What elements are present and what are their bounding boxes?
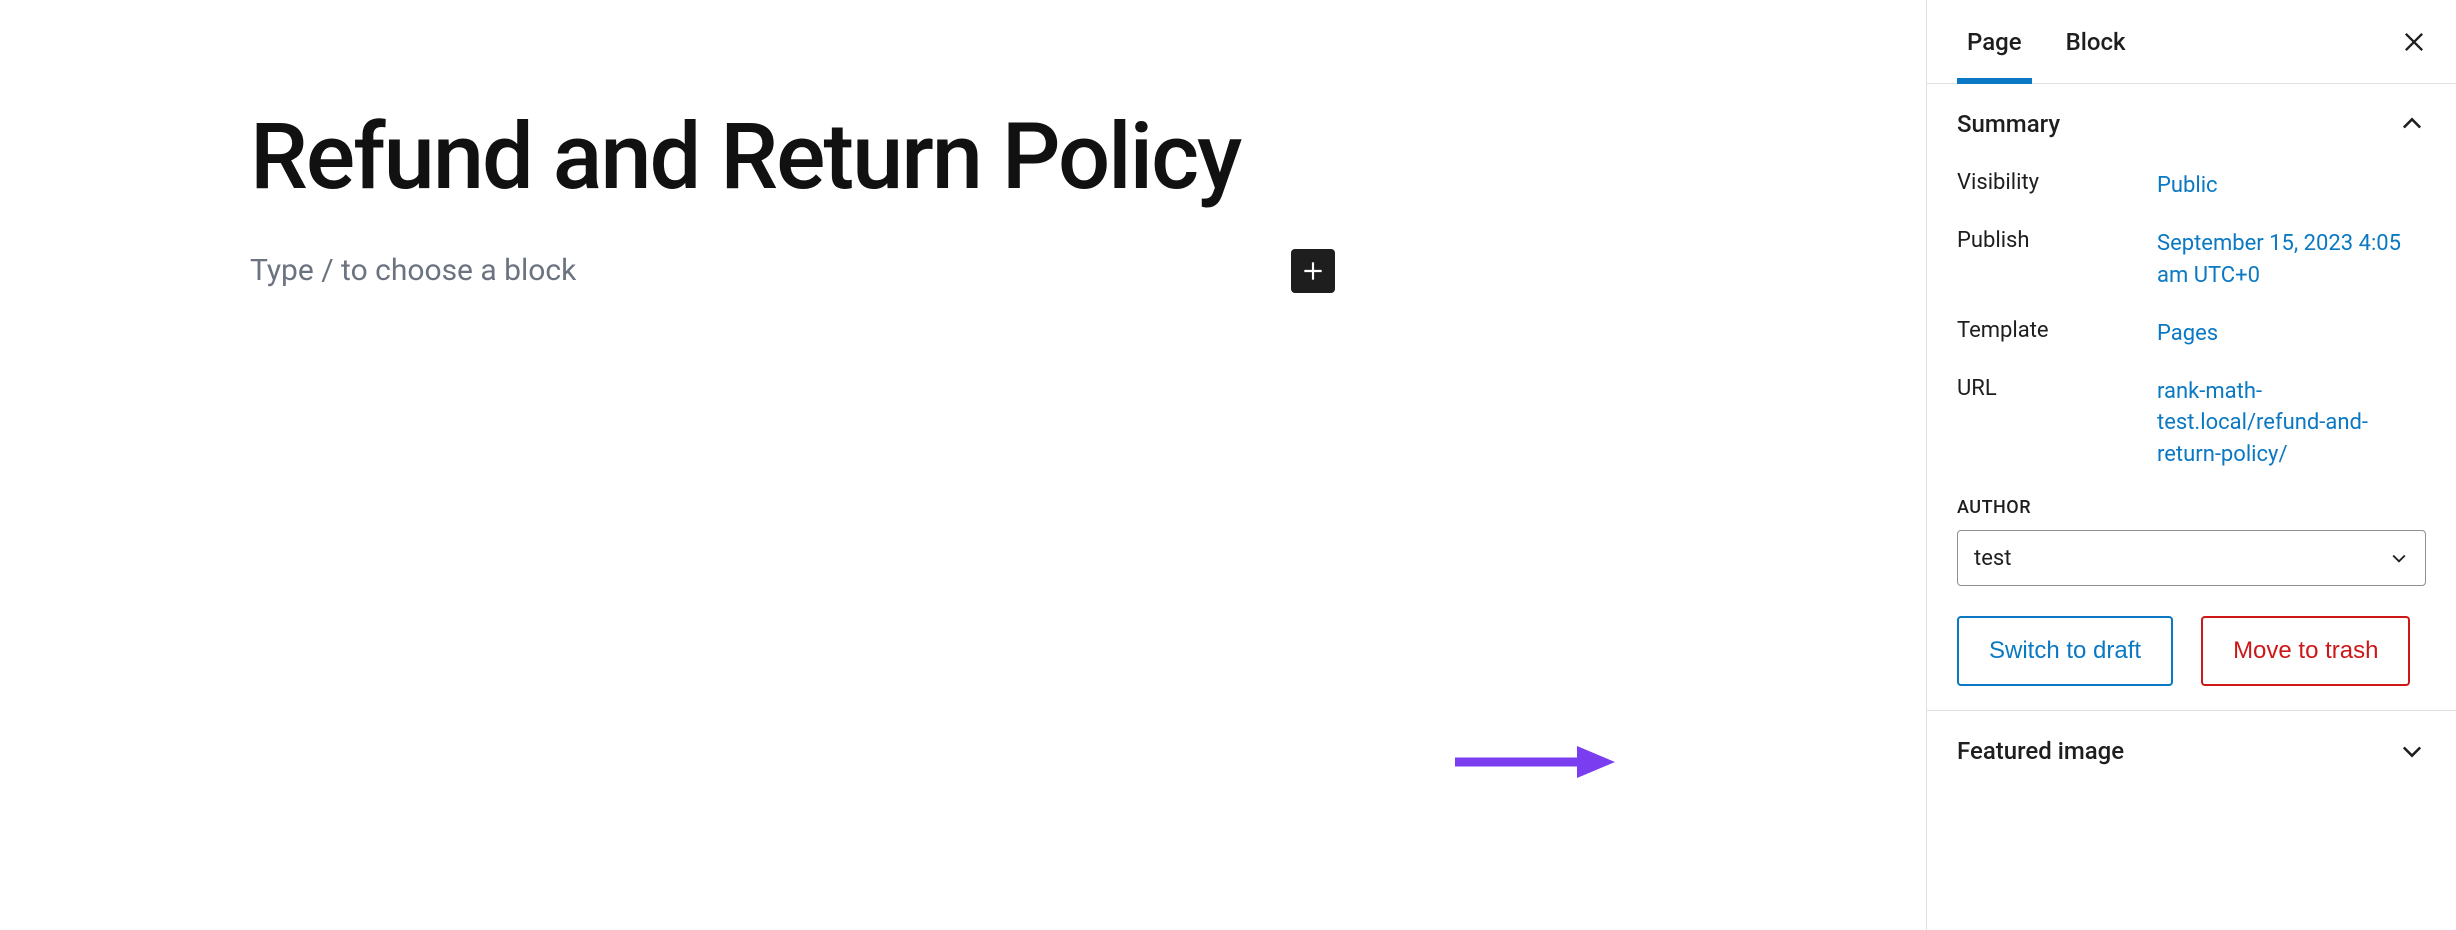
annotation-arrow <box>1455 742 1615 782</box>
panel-summary-header[interactable]: Summary <box>1957 110 2426 138</box>
author-select-value: test <box>1974 546 2011 571</box>
add-block-button[interactable] <box>1291 249 1335 293</box>
label-visibility: Visibility <box>1957 170 2137 195</box>
value-publish[interactable]: September 15, 2023 4:05 am UTC+0 <box>2157 228 2426 292</box>
plus-icon <box>1300 258 1326 284</box>
value-visibility[interactable]: Public <box>2157 170 2426 202</box>
tab-page[interactable]: Page <box>1945 0 2044 83</box>
panel-summary: Summary Visibility Public Publish Septem… <box>1927 84 2456 711</box>
label-url: URL <box>1957 376 2137 401</box>
move-to-trash-button[interactable]: Move to trash <box>2201 616 2410 686</box>
empty-block-row: Type / to choose a block <box>250 249 1335 293</box>
settings-sidebar: Page Block Summary Visibility Public <box>1926 0 2456 930</box>
close-icon <box>2400 28 2428 56</box>
panel-featured-image-title: Featured image <box>1957 737 2124 765</box>
row-visibility: Visibility Public <box>1957 170 2426 202</box>
label-author: AUTHOR <box>1957 497 2426 518</box>
row-template: Template Pages <box>1957 318 2426 350</box>
label-template: Template <box>1957 318 2137 343</box>
summary-actions: Switch to draft Move to trash <box>1957 616 2426 686</box>
label-publish: Publish <box>1957 228 2137 253</box>
sidebar-tabbar: Page Block <box>1927 0 2456 84</box>
switch-to-draft-button[interactable]: Switch to draft <box>1957 616 2173 686</box>
chevron-down-icon <box>2389 548 2409 568</box>
app-layout: Refund and Return Policy Type / to choos… <box>0 0 2456 930</box>
panel-summary-title: Summary <box>1957 110 2060 138</box>
close-sidebar-button[interactable] <box>2390 18 2438 66</box>
block-placeholder[interactable]: Type / to choose a block <box>250 253 1291 288</box>
value-url[interactable]: rank-math-test.local/refund-and-return-p… <box>2157 376 2426 472</box>
chevron-down-icon <box>2398 737 2426 765</box>
row-publish: Publish September 15, 2023 4:05 am UTC+0 <box>1957 228 2426 292</box>
row-url: URL rank-math-test.local/refund-and-retu… <box>1957 376 2426 472</box>
panel-featured-image-header[interactable]: Featured image <box>1957 737 2426 765</box>
page-title[interactable]: Refund and Return Policy <box>250 110 1826 207</box>
panel-featured-image: Featured image <box>1927 711 2456 789</box>
value-template[interactable]: Pages <box>2157 318 2426 350</box>
chevron-up-icon <box>2398 110 2426 138</box>
editor-canvas: Refund and Return Policy Type / to choos… <box>0 0 1926 930</box>
panel-summary-body: Visibility Public Publish September 15, … <box>1957 138 2426 686</box>
author-select[interactable]: test <box>1957 530 2426 586</box>
tab-block[interactable]: Block <box>2044 0 2148 83</box>
